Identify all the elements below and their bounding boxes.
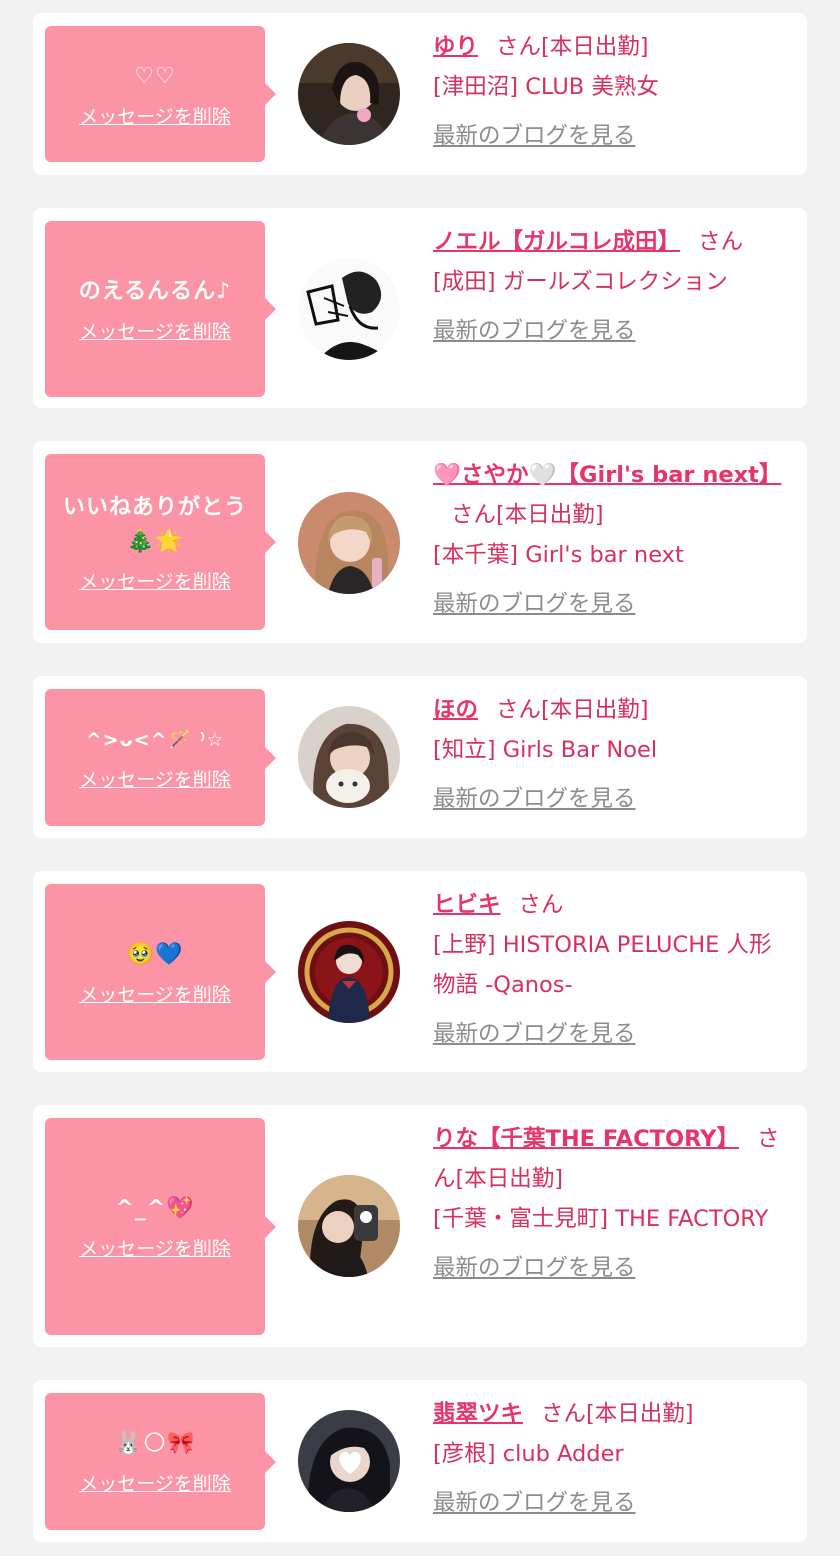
profile-photo-icon <box>298 921 400 1023</box>
avatar[interactable] <box>298 43 400 145</box>
profile-photo-icon <box>298 492 400 594</box>
honorific-status: さん[本日出勤] <box>496 697 649 723</box>
delete-message-link[interactable]: メッセージを削除 <box>79 567 231 594</box>
blog-link[interactable]: 最新のブログを見る <box>433 584 793 624</box>
store-label: [成田] ガールズコレクション <box>433 269 728 295</box>
store-label: [千葉・富士見町] THE FACTORY <box>433 1206 769 1232</box>
message-text: のえるんるん♪ <box>78 278 232 304</box>
avatar[interactable] <box>298 492 400 594</box>
profile-photo-icon <box>298 43 400 145</box>
blog-link[interactable]: 最新のブログを見る <box>433 1483 793 1523</box>
cast-name-link[interactable]: ゆり <box>433 34 478 60</box>
cast-name-link[interactable]: 🩷さやか🤍【Girl's bar next】 <box>433 462 781 488</box>
delete-message-link[interactable]: メッセージを削除 <box>79 1469 231 1496</box>
profile-photo-icon <box>298 706 400 808</box>
blog-link[interactable]: 最新のブログを見る <box>433 779 793 819</box>
cast-info: ゆり さん[本日出勤] [津田沼] CLUB 美熟女 最新のブログを見る <box>433 27 793 156</box>
honorific-status: さん <box>518 892 564 918</box>
message-bubble: 🐰🌕🎀 メッセージを削除 <box>45 1393 276 1530</box>
message-bubble: ^_^💖 メッセージを削除 <box>45 1118 276 1335</box>
avatar[interactable] <box>298 1410 400 1512</box>
delete-message-link[interactable]: メッセージを削除 <box>79 102 231 129</box>
avatar[interactable] <box>298 1175 400 1277</box>
cast-name-link[interactable]: ほの <box>433 697 478 723</box>
message-card: 🥹💙 メッセージを削除 ヒビキ さん [上野] HISTORIA PELUCHE … <box>33 871 807 1072</box>
cast-name-link[interactable]: ノエル【ガルコレ成田】 <box>433 229 680 255</box>
message-card: 🐰🌕🎀 メッセージを削除 翡翠ツキ さん[本日出勤] [彦根] club Adde… <box>33 1380 807 1542</box>
cast-info: ほの さん[本日出勤] [知立] Girls Bar Noel 最新のブログを見る <box>433 690 793 819</box>
message-text: ♡♡ <box>134 63 176 89</box>
blog-link[interactable]: 最新のブログを見る <box>433 116 793 156</box>
message-bubble: いいねありがとう🎄🌟 メッセージを削除 <box>45 454 276 630</box>
message-bubble: 🥹💙 メッセージを削除 <box>45 884 276 1060</box>
profile-photo-icon <box>298 1175 400 1277</box>
blog-link[interactable]: 最新のブログを見る <box>433 311 793 351</box>
cast-name-link[interactable]: 翡翠ツキ <box>433 1401 523 1427</box>
message-card: ♡♡ メッセージを削除 ゆり さん[本日出勤] [津田沼] CLUB 美熟女 最新… <box>33 13 807 175</box>
cast-info: 🩷さやか🤍【Girl's bar next】さん[本日出勤] [本千葉] Gir… <box>433 455 793 624</box>
cast-name-link[interactable]: りな【千葉THE FACTORY】 <box>433 1126 739 1152</box>
store-label: [津田沼] CLUB 美熟女 <box>433 74 659 100</box>
honorific-status: さん <box>698 229 744 255</box>
cast-info: ノエル【ガルコレ成田】 さん [成田] ガールズコレクション 最新のブログを見る <box>433 222 793 351</box>
cast-info: ヒビキ さん [上野] HISTORIA PELUCHE 人形物語 -Qanos-… <box>433 885 793 1054</box>
store-label: [彦根] club Adder <box>433 1441 624 1467</box>
message-card: ^>ᴗ<^🪄 ⁾☆ メッセージを削除 ほの さん[本日出勤] [知立] Girls… <box>33 676 807 838</box>
delete-message-link[interactable]: メッセージを削除 <box>79 765 231 792</box>
message-text: ^>ᴗ<^🪄 ⁾☆ <box>85 729 225 751</box>
message-text: 🥹💙 <box>126 941 184 967</box>
message-list: ♡♡ メッセージを削除 ゆり さん[本日出勤] [津田沼] CLUB 美熟女 最新… <box>0 0 840 1556</box>
message-card: ^_^💖 メッセージを削除 りな【千葉THE FACTORY】 さん[本日出勤] … <box>33 1105 807 1347</box>
message-text: 🐰🌕🎀 <box>114 1431 196 1456</box>
message-text: いいねありがとう🎄🌟 <box>62 494 247 554</box>
message-bubble: ♡♡ メッセージを削除 <box>45 26 276 162</box>
honorific-status: さん[本日出勤] <box>541 1401 694 1427</box>
delete-message-link[interactable]: メッセージを削除 <box>79 317 231 344</box>
message-text: ^_^💖 <box>115 1196 195 1221</box>
avatar[interactable] <box>298 706 400 808</box>
message-card: いいねありがとう🎄🌟 メッセージを削除 🩷さやか🤍【Girl's bar nex… <box>33 441 807 643</box>
delete-message-link[interactable]: メッセージを削除 <box>79 980 231 1007</box>
message-bubble: ^>ᴗ<^🪄 ⁾☆ メッセージを削除 <box>45 689 276 826</box>
blog-link[interactable]: 最新のブログを見る <box>433 1248 793 1288</box>
blog-link[interactable]: 最新のブログを見る <box>433 1014 793 1054</box>
avatar[interactable] <box>298 921 400 1023</box>
honorific-status: さん[本日出勤] <box>451 502 604 528</box>
store-label: [上野] HISTORIA PELUCHE 人形物語 -Qanos- <box>433 932 772 998</box>
message-card: のえるんるん♪ メッセージを削除 ノエル【ガルコレ成田】 さん [成田] ガールズ… <box>33 208 807 408</box>
honorific-status: さん[本日出勤] <box>496 34 649 60</box>
cast-info: りな【千葉THE FACTORY】 さん[本日出勤] [千葉・富士見町] THE … <box>433 1119 793 1288</box>
store-label: [本千葉] Girl's bar next <box>433 542 684 568</box>
delete-message-link[interactable]: メッセージを削除 <box>79 1234 231 1261</box>
store-label: [知立] Girls Bar Noel <box>433 737 658 763</box>
manga-illustration-icon <box>298 258 400 360</box>
message-bubble: のえるんるん♪ メッセージを削除 <box>45 221 276 397</box>
avatar[interactable] <box>298 258 400 360</box>
profile-photo-icon <box>298 1410 400 1512</box>
cast-name-link[interactable]: ヒビキ <box>433 892 501 918</box>
cast-info: 翡翠ツキ さん[本日出勤] [彦根] club Adder 最新のブログを見る <box>433 1394 793 1523</box>
